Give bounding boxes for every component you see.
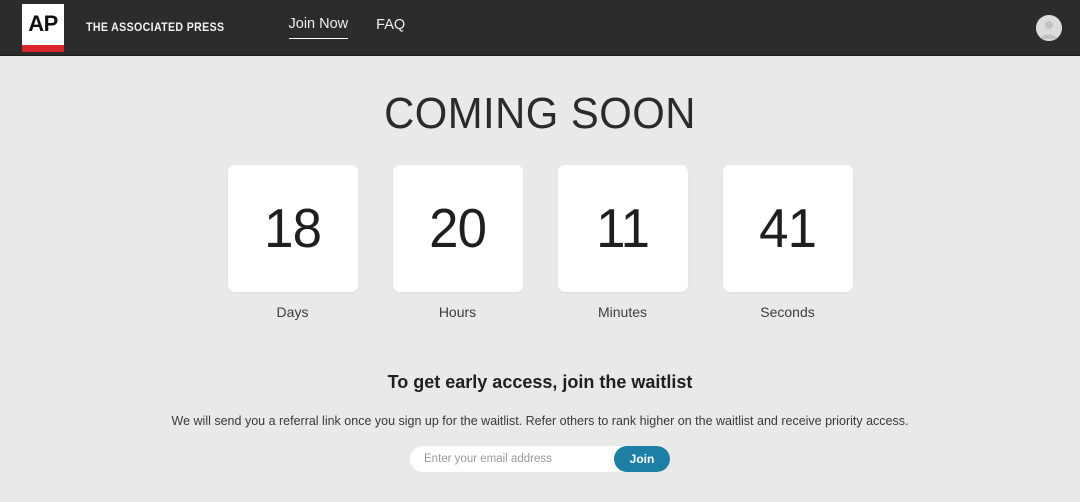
join-button[interactable]: Join xyxy=(614,446,670,473)
user-avatar-icon[interactable] xyxy=(1036,14,1062,41)
primary-nav: Join Now FAQ xyxy=(288,16,405,39)
ap-logo-red-bar xyxy=(22,44,64,52)
signup-input-group: Join xyxy=(410,446,670,473)
nav-link-faq[interactable]: FAQ xyxy=(376,17,405,38)
countdown-card-hours: 20 xyxy=(392,165,523,293)
countdown-label-seconds: Seconds xyxy=(760,304,815,321)
email-input[interactable] xyxy=(410,446,614,473)
nav-link-join-now[interactable]: Join Now xyxy=(288,16,349,39)
countdown-card-seconds: 41 xyxy=(722,165,853,293)
countdown-card-days: 18 xyxy=(227,165,358,293)
countdown-unit-days: 18 Days xyxy=(227,165,358,321)
countdown-timer: 18 Days 20 Hours 11 Minutes 41 Seconds xyxy=(0,165,1080,320)
countdown-unit-seconds: 41 Seconds xyxy=(722,165,853,321)
site-header: AP THE ASSOCIATED PRESS Join Now FAQ xyxy=(0,0,1080,56)
countdown-card-minutes: 11 xyxy=(557,165,688,293)
signup-form: Join xyxy=(0,446,1080,473)
page-title: COMING SOON xyxy=(384,89,696,138)
countdown-label-days: Days xyxy=(276,304,309,321)
waitlist-description: We will send you a referral link once yo… xyxy=(171,414,909,429)
brand-name: THE ASSOCIATED PRESS xyxy=(86,21,225,34)
countdown-label-hours: Hours xyxy=(438,304,477,321)
countdown-value-seconds: 41 xyxy=(759,197,817,260)
countdown-value-days: 18 xyxy=(264,197,322,260)
countdown-unit-hours: 20 Hours xyxy=(392,165,523,321)
countdown-label-minutes: Minutes xyxy=(597,304,648,321)
ap-logo-text: AP xyxy=(28,11,58,36)
countdown-value-minutes: 11 xyxy=(596,197,650,260)
waitlist-heading: To get early access, join the waitlist xyxy=(387,372,693,393)
ap-logo-icon[interactable]: AP xyxy=(22,3,64,52)
countdown-value-hours: 20 xyxy=(429,197,487,260)
countdown-unit-minutes: 11 Minutes xyxy=(557,165,688,321)
main-content: COMING SOON 18 Days 20 Hours 11 Minutes … xyxy=(0,56,1080,473)
